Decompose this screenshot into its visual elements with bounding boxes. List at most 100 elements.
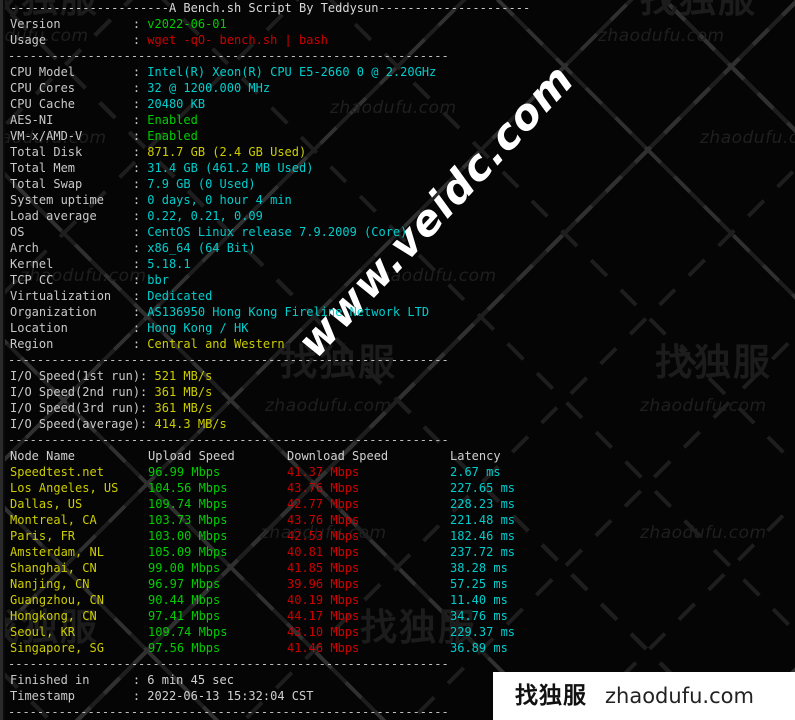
system-info-value: 7.9 GB (0 Used) bbox=[147, 177, 256, 191]
system-info-value: 31.4 GB (461.2 MB Used) bbox=[147, 161, 314, 175]
colon-separator: : bbox=[132, 113, 148, 127]
script-info-row: Usage : wget -qO- bench.sh | bash bbox=[0, 32, 795, 48]
system-info-value: AS136950 Hong Kong Fireline Network LTD bbox=[147, 305, 430, 319]
system-info-label: CPU Cores bbox=[10, 81, 133, 95]
column-header-latency: Latency bbox=[450, 449, 501, 463]
speedtest-node-name: Singapore, SG bbox=[10, 641, 104, 655]
footer-value: 2022-06-13 15:32:04 CST bbox=[147, 689, 314, 703]
system-info-value: Enabled bbox=[147, 129, 198, 143]
speedtest-row: Dallas, US 109.74 Mbps 42.77 Mbps 228.23 ms bbox=[0, 496, 795, 512]
system-info-label: OS bbox=[10, 225, 133, 239]
speedtest-download: 41.85 Mbps bbox=[287, 561, 360, 575]
system-info-value: 0.22, 0.21, 0.09 bbox=[147, 209, 263, 223]
system-info-label: VM-x/AMD-V bbox=[10, 129, 133, 143]
system-info-block: CPU Model : Intel(R) Xeon(R) CPU E5-2660… bbox=[0, 64, 795, 352]
system-info-label: CPU Model bbox=[10, 65, 133, 79]
separator-3: ----------------------------------------… bbox=[8, 433, 449, 447]
speedtest-upload: 90.44 Mbps bbox=[148, 593, 221, 607]
header-dashes-right: --------------------- bbox=[378, 1, 531, 15]
io-speed-value: 521 MB/s bbox=[154, 369, 213, 383]
speedtest-row: Shanghai, CN 99.00 Mbps 41.85 Mbps 38.28 ms bbox=[0, 560, 795, 576]
system-info-row: Location : Hong Kong / HK bbox=[0, 320, 795, 336]
colon-separator: : bbox=[132, 225, 148, 239]
speedtest-upload: 99.00 Mbps bbox=[148, 561, 221, 575]
script-info-label: Version bbox=[10, 17, 133, 31]
colon-separator: : bbox=[132, 321, 148, 335]
system-info-label: Location bbox=[10, 321, 133, 335]
speedtest-download: 39.96 Mbps bbox=[287, 577, 360, 591]
speedtest-download: 42.77 Mbps bbox=[287, 497, 360, 511]
system-info-row: Arch : x86_64 (64 Bit) bbox=[0, 240, 795, 256]
colon-separator: : bbox=[132, 145, 148, 159]
script-info-label: Usage bbox=[10, 33, 133, 47]
colon-separator: : bbox=[140, 369, 155, 383]
speedtest-download: 40.81 Mbps bbox=[287, 545, 360, 559]
speedtest-latency: 34.76 ms bbox=[450, 609, 508, 623]
speedtest-upload: 109.74 Mbps bbox=[148, 625, 228, 639]
system-info-row: Total Swap : 7.9 GB (0 Used) bbox=[0, 176, 795, 192]
speedtest-upload: 105.09 Mbps bbox=[148, 545, 228, 559]
colon-separator: : bbox=[132, 81, 148, 95]
separator-4: ----------------------------------------… bbox=[8, 657, 449, 671]
system-info-value: Enabled bbox=[147, 113, 198, 127]
colon-separator: : bbox=[132, 177, 148, 191]
system-info-row: CPU Cache : 20480 KB bbox=[0, 96, 795, 112]
colon-separator: : bbox=[140, 385, 155, 399]
colon-separator: : bbox=[132, 337, 148, 351]
system-info-row: AES-NI : Enabled bbox=[0, 112, 795, 128]
speedtest-node-name: Guangzhou, CN bbox=[10, 593, 104, 607]
colon-separator: : bbox=[132, 97, 148, 111]
speedtest-row: Singapore, SG 97.56 Mbps 41.46 Mbps 36.89 m… bbox=[0, 640, 795, 656]
bench-header-line: ----------------------A Bench.sh Script … bbox=[0, 0, 795, 16]
io-speed-row: I/O Speed(2nd run): 361 MB/s bbox=[0, 384, 795, 400]
colon-separator: : bbox=[132, 289, 148, 303]
colon-separator: : bbox=[132, 273, 148, 287]
speedtest-upload: 109.74 Mbps bbox=[148, 497, 228, 511]
system-info-row: Region : Central and Western bbox=[0, 336, 795, 352]
system-info-value: CentOS Linux release 7.9.2009 (Core) bbox=[147, 225, 408, 239]
system-info-label: Region bbox=[10, 337, 133, 351]
speedtest-latency: 228.23 ms bbox=[450, 497, 516, 511]
system-info-row: Organization : AS136950 Hong Kong Fireli… bbox=[0, 304, 795, 320]
speedtest-node-name: Dallas, US bbox=[10, 497, 83, 511]
colon-separator: : bbox=[132, 33, 148, 47]
system-info-value: Hong Kong / HK bbox=[147, 321, 249, 335]
speedtest-latency: 38.28 ms bbox=[450, 561, 508, 575]
colon-separator: : bbox=[132, 673, 148, 687]
script-info-block: Version : v2022-06-01 Usage : wget -qO- b… bbox=[0, 16, 795, 48]
colon-separator: : bbox=[140, 417, 155, 431]
system-info-row: Load average : 0.22, 0.21, 0.09 bbox=[0, 208, 795, 224]
speedtest-node-name: Nanjing, CN bbox=[10, 577, 90, 591]
io-speed-value: 361 MB/s bbox=[154, 401, 213, 415]
speedtest-download: 43.10 Mbps bbox=[287, 625, 360, 639]
system-info-label: Virtualization bbox=[10, 289, 133, 303]
colon-separator: : bbox=[132, 305, 148, 319]
speedtest-header-row: Node Name Upload Speed Download Speed Laten… bbox=[0, 448, 795, 464]
speedtest-table: Node Name Upload Speed Download Speed Laten… bbox=[0, 448, 795, 656]
speedtest-node-name: Speedtest.net bbox=[10, 465, 104, 479]
separator-1: ----------------------------------------… bbox=[8, 49, 449, 63]
system-info-value: 871.7 GB (2.4 GB Used) bbox=[147, 145, 307, 159]
system-info-value: Intel(R) Xeon(R) CPU E5-2660 0 @ 2.20GHz bbox=[147, 65, 437, 79]
speedtest-latency: 57.25 ms bbox=[450, 577, 508, 591]
system-info-value: Central and Western bbox=[147, 337, 285, 351]
speedtest-node-name: Los Angeles, US bbox=[10, 481, 119, 495]
system-info-label: Kernel bbox=[10, 257, 133, 271]
speedtest-row: Seoul, KR 109.74 Mbps 43.10 Mbps 229.37 ms bbox=[0, 624, 795, 640]
terminal-screenshot: 找独服 zhaodufu.com 找独服 zhaodufu.com zhaodu… bbox=[0, 0, 795, 720]
system-info-value: Dedicated bbox=[147, 289, 213, 303]
speedtest-node-name: Montreal, CA bbox=[10, 513, 97, 527]
system-info-row: TCP CC : bbr bbox=[0, 272, 795, 288]
speedtest-latency: 11.40 ms bbox=[450, 593, 508, 607]
colon-separator: : bbox=[132, 17, 148, 31]
speedtest-download: 41.37 Mbps bbox=[287, 465, 360, 479]
colon-separator: : bbox=[132, 689, 148, 703]
terminal-left-inner-edge bbox=[3, 0, 5, 720]
colon-separator: : bbox=[132, 65, 148, 79]
system-info-row: VM-x/AMD-V : Enabled bbox=[0, 128, 795, 144]
speedtest-node-name: Amsterdam, NL bbox=[10, 545, 104, 559]
system-info-label: Total Swap bbox=[10, 177, 133, 191]
speedtest-row: Hongkong, CN 97.41 Mbps 44.17 Mbps 34.76 ms bbox=[0, 608, 795, 624]
io-speed-label: I/O Speed(2nd run) bbox=[10, 385, 141, 399]
speedtest-node-name: Seoul, KR bbox=[10, 625, 76, 639]
